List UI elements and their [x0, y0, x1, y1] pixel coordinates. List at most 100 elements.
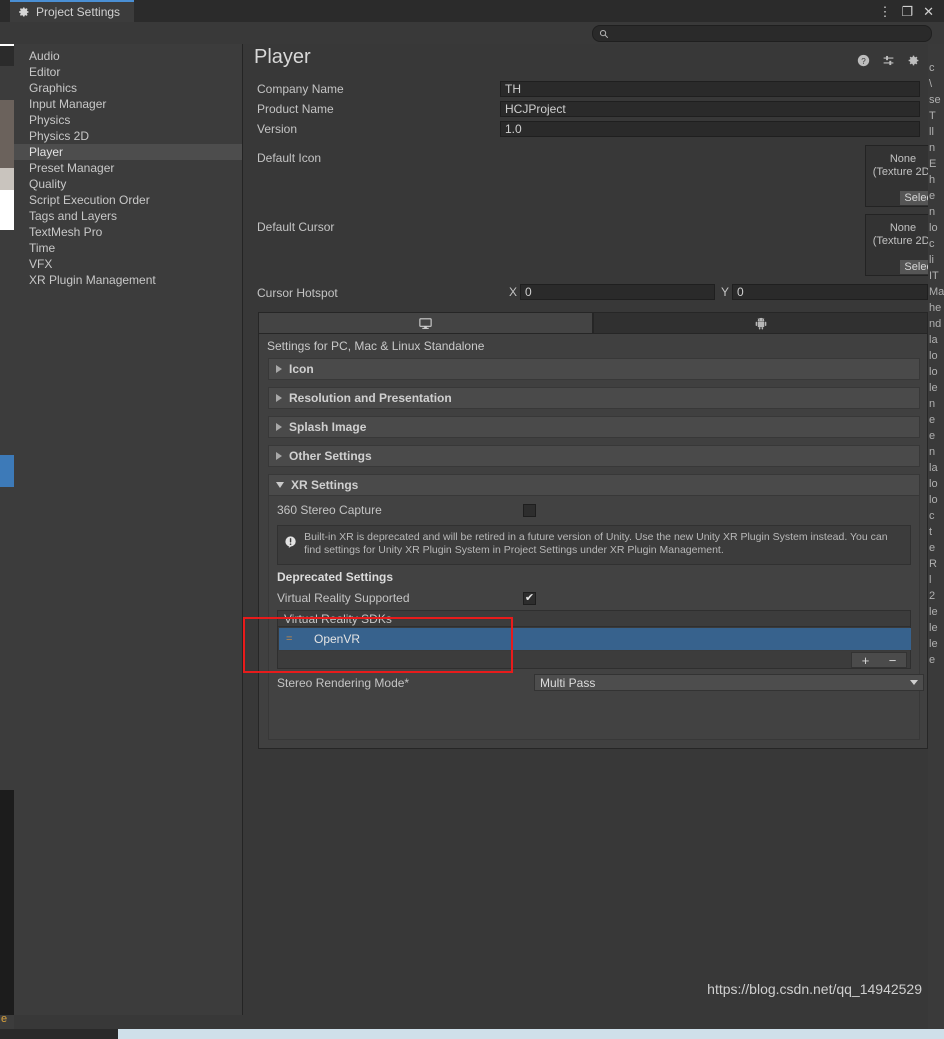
bg-fragment-text: Ma	[929, 286, 944, 298]
input-cursor-hotspot-x[interactable]: 0	[520, 284, 716, 300]
bg-fragment-text: 2	[929, 590, 936, 602]
bg-fragment-text: la	[929, 334, 938, 346]
checkbox-virtual-reality-supported[interactable]: ✔	[523, 591, 536, 605]
row-360-stereo-capture: 360 Stereo Capture	[269, 501, 921, 519]
android-robot-icon	[755, 317, 766, 329]
cursor-hotspot-y: Y 0	[721, 284, 928, 300]
label-product-name: Product Name	[257, 102, 334, 116]
search-input[interactable]	[613, 26, 925, 41]
bg-fragment-text: E	[929, 158, 937, 170]
sidebar-item-graphics[interactable]: Graphics	[14, 80, 242, 96]
bg-fragment-text: nd	[929, 318, 942, 330]
sidebar-item-physics-2d[interactable]: Physics 2D	[14, 128, 242, 144]
list-item-openvr[interactable]: = OpenVR	[279, 628, 911, 650]
checkbox-360-stereo-capture[interactable]	[523, 503, 536, 517]
sidebar-item-vfx[interactable]: VFX	[14, 256, 242, 272]
dropdown-stereo-rendering-mode[interactable]: Multi Pass	[534, 674, 924, 691]
row-virtual-reality-supported: Virtual Reality Supported ✔	[269, 589, 921, 607]
default-icon-select-button[interactable]: Select	[900, 191, 928, 205]
row-version: Version 1.0	[244, 120, 928, 138]
sidebar-item-textmesh-pro[interactable]: TextMesh Pro	[14, 224, 242, 240]
sidebar-item-audio[interactable]: Audio	[14, 48, 242, 64]
page-title: Player	[254, 46, 311, 68]
bg-fragment-text: n	[929, 206, 936, 218]
chevron-right-icon	[276, 365, 282, 373]
sidebar-item-tags-and-layers[interactable]: Tags and Layers	[14, 208, 242, 224]
sidebar-item-preset-manager[interactable]: Preset Manager	[14, 160, 242, 176]
bg-block	[0, 455, 14, 487]
foldout-xr-settings[interactable]: XR Settings	[268, 474, 920, 496]
bg-fragment-text: n	[929, 398, 936, 410]
bg-fragment-text: ll	[929, 126, 934, 138]
sidebar-item-player[interactable]: Player	[14, 144, 242, 160]
bg-fragment-text: h	[929, 174, 936, 186]
cursor-hotspot-x: X 0	[509, 284, 716, 300]
remove-sdk-button[interactable]: −	[889, 653, 897, 668]
platform-description: Settings for PC, Mac & Linux Standalone	[267, 339, 485, 353]
sidebar-item-time[interactable]: Time	[14, 240, 242, 256]
foldout-splash-image[interactable]: Splash Image	[268, 416, 920, 438]
bg-fragment-text: l	[929, 574, 932, 586]
virtual-reality-sdks-header: Virtual Reality SDKs	[277, 610, 911, 627]
bg-fragment-text: le	[929, 382, 938, 394]
input-company-name[interactable]: TH	[500, 81, 920, 97]
background-right-strip: c \ se Tll n Eh e n lo c li IT Ma he nd la lo lo le n e e n la l…	[928, 0, 944, 1039]
xr-settings-body: 360 Stereo Capture Built-in XR is deprec…	[268, 496, 924, 740]
search-box[interactable]	[592, 25, 932, 42]
foldout-other-settings[interactable]: Other Settings	[268, 445, 920, 467]
drag-handle-icon[interactable]: =	[286, 633, 300, 645]
platform-tab-bar[interactable]	[258, 312, 928, 333]
chevron-right-icon	[276, 423, 282, 431]
tab-android[interactable]	[593, 312, 928, 333]
settings-sidebar[interactable]: Audio Editor Graphics Input Manager Physics P…	[14, 44, 243, 1015]
row-product-name: Product Name HCJProject	[244, 100, 928, 118]
virtual-reality-sdks-list[interactable]: = OpenVR	[277, 627, 911, 651]
input-product-name[interactable]: HCJProject	[500, 101, 920, 117]
object-field-default-cursor[interactable]: None (Texture 2D) Select	[865, 214, 928, 276]
label-company-name: Company Name	[257, 82, 344, 96]
label-360-stereo-capture: 360 Stereo Capture	[277, 503, 382, 517]
gear-icon[interactable]	[907, 54, 920, 67]
bg-fragment-text: \	[929, 78, 933, 90]
sidebar-item-quality[interactable]: Quality	[14, 176, 242, 192]
bg-fragment-text: le	[929, 638, 938, 650]
sidebar-item-xr-plugin-management[interactable]: XR Plugin Management	[14, 272, 242, 288]
list-add-remove-buttons[interactable]: + −	[851, 652, 907, 668]
bg-fragment-text: e	[929, 430, 936, 442]
help-icon[interactable]: ?	[857, 54, 870, 67]
add-sdk-button[interactable]: +	[862, 653, 870, 668]
bg-block	[0, 190, 14, 230]
default-icon-none: None (Texture 2D)	[872, 153, 928, 178]
window-maximize-icon[interactable]: ❐	[901, 5, 913, 18]
window-close-icon[interactable]: ✕	[923, 5, 934, 18]
window-menu-icon[interactable]: ⋮	[878, 5, 891, 18]
player-settings-panel: Player ? Company Name TH Product Name HC…	[244, 44, 928, 1015]
y-axis-letter: Y	[721, 285, 730, 299]
chevron-down-icon	[910, 680, 918, 685]
foldout-icon[interactable]: Icon	[268, 358, 920, 380]
default-cursor-select-button[interactable]: Select	[900, 260, 928, 274]
sidebar-item-input-manager[interactable]: Input Manager	[14, 96, 242, 112]
bg-fragment-text: le	[929, 606, 938, 618]
gear-icon	[19, 7, 29, 17]
svg-text:?: ?	[861, 57, 866, 66]
warning-exclamation-icon	[285, 536, 296, 549]
input-cursor-hotspot-y[interactable]: 0	[732, 284, 928, 300]
object-field-default-icon[interactable]: None (Texture 2D) Select	[865, 145, 928, 207]
preset-icon[interactable]	[882, 54, 895, 67]
tab-standalone[interactable]	[258, 312, 593, 333]
bg-fragment-text: IT	[929, 270, 939, 282]
standalone-settings-panel: Settings for PC, Mac & Linux Standalone …	[258, 333, 928, 749]
input-version[interactable]: 1.0	[500, 121, 920, 137]
search-icon	[599, 29, 609, 38]
sidebar-item-physics[interactable]: Physics	[14, 112, 242, 128]
background-left-strip: e	[0, 0, 14, 1039]
tab-project-settings[interactable]: Project Settings	[10, 0, 135, 22]
bg-fragment-text: se	[929, 94, 941, 106]
panel-header-icons: ?	[857, 54, 920, 67]
sidebar-item-script-execution-order[interactable]: Script Execution Order	[14, 192, 242, 208]
sidebar-item-editor[interactable]: Editor	[14, 64, 242, 80]
foldout-resolution-and-presentation[interactable]: Resolution and Presentation	[268, 387, 920, 409]
bg-fragment-text: T	[929, 110, 936, 122]
bg-fragment-text: le	[929, 622, 938, 634]
